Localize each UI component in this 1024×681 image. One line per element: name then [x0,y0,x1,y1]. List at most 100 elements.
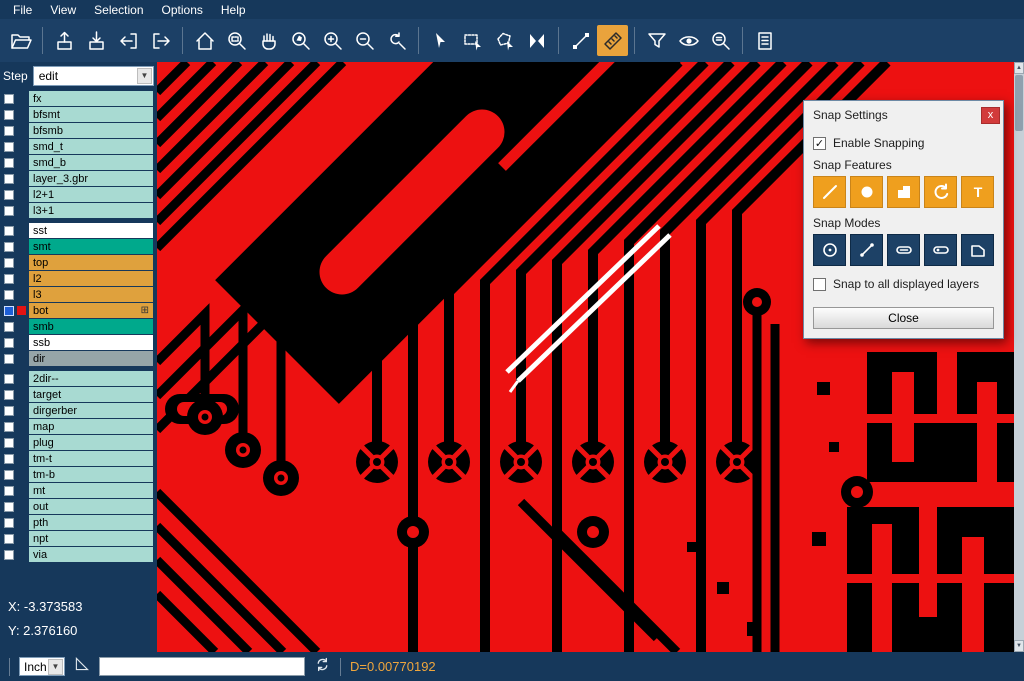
layer-visibility-checkbox[interactable] [4,550,14,560]
layer-visibility-checkbox[interactable] [4,438,14,448]
layer-row-npt[interactable]: npt [0,531,155,546]
layer-name-cell[interactable]: tm-b [29,467,153,482]
measure-ruler-button[interactable] [597,25,628,56]
layer-name-cell[interactable]: mt [29,483,153,498]
snap-corner-button[interactable] [887,176,920,208]
export-right-button[interactable] [145,25,176,56]
home-view-button[interactable] [189,25,220,56]
layer-visibility-checkbox[interactable] [4,338,14,348]
layer-name-cell[interactable]: l3+1 [29,203,153,218]
layer-name-cell[interactable]: l2+1 [29,187,153,202]
layer-name-cell[interactable]: layer_3.gbr [29,171,153,186]
layer-row-layer_3.gbr[interactable]: layer_3.gbr [0,171,155,186]
menu-file[interactable]: File [4,1,41,19]
layer-row-smd_t[interactable]: smd_t [0,139,155,154]
snap-line-button[interactable] [813,176,846,208]
layer-row-fx[interactable]: fx [0,91,155,106]
layer-name-cell[interactable]: l3 [29,287,153,302]
layer-row-bfsmb[interactable]: bfsmb [0,123,155,138]
layer-name-cell[interactable]: dirgerber [29,403,153,418]
snap-endpoints-button[interactable] [850,234,883,266]
layer-row-bfsmt[interactable]: bfsmt [0,107,155,122]
layer-name-cell[interactable]: tm-t [29,451,153,466]
layer-row-sst[interactable]: sst [0,223,155,238]
chevron-down-icon[interactable]: ▼ [137,68,152,84]
layer-row-smb[interactable]: smb [0,319,155,334]
highlight-button[interactable] [673,25,704,56]
layer-name-cell[interactable]: smd_t [29,139,153,154]
layer-visibility-checkbox[interactable] [4,322,14,332]
layer-name-cell[interactable]: plug [29,435,153,450]
layer-row-smt[interactable]: smt [0,239,155,254]
scroll-down-button[interactable]: ▼ [1014,640,1024,652]
scroll-up-button[interactable]: ▲ [1014,62,1024,74]
layer-row-out[interactable]: out [0,499,155,514]
layer-name-cell[interactable]: npt [29,531,153,546]
layer-visibility-checkbox[interactable] [4,534,14,544]
find-button[interactable] [705,25,736,56]
dialog-title-bar[interactable]: Snap Settings x [804,101,1003,126]
select-polygon-button[interactable] [489,25,520,56]
layer-name-cell[interactable]: smt [29,239,153,254]
unit-dropdown[interactable]: Inch ▼ [19,657,65,676]
layer-name-cell[interactable]: map [29,419,153,434]
layer-row-smd_b[interactable]: smd_b [0,155,155,170]
enable-snapping-checkbox[interactable]: ✓ [813,137,826,150]
snap-text-button[interactable]: T [961,176,994,208]
layer-row-l3+1[interactable]: l3+1 [0,203,155,218]
step-dropdown[interactable]: edit ▼ [33,66,154,86]
layer-visibility-checkbox[interactable] [4,486,14,496]
layer-name-cell[interactable]: via [29,547,153,562]
redraw-button[interactable] [381,25,412,56]
layer-row-ssb[interactable]: ssb [0,335,155,350]
layer-name-cell[interactable]: pth [29,515,153,530]
layer-row-dirgerber[interactable]: dirgerber [0,403,155,418]
layer-row-bot[interactable]: bot⊞ [0,303,155,318]
layer-visibility-checkbox[interactable] [4,390,14,400]
layer-visibility-checkbox[interactable] [4,226,14,236]
layer-visibility-checkbox[interactable] [4,242,14,252]
layer-name-cell[interactable]: bfsmb [29,123,153,138]
layer-visibility-checkbox[interactable] [4,94,14,104]
dialog-close-button[interactable]: Close [813,307,994,329]
menu-help[interactable]: Help [212,1,255,19]
layer-visibility-checkbox[interactable] [4,158,14,168]
report-button[interactable] [749,25,780,56]
layer-name-cell[interactable]: 2dir-- [29,371,153,386]
layer-visibility-checkbox[interactable] [4,174,14,184]
export-step-button[interactable] [49,25,80,56]
snap-arc-button[interactable] [924,176,957,208]
layer-row-map[interactable]: map [0,419,155,434]
zoom-out-button[interactable] [349,25,380,56]
layer-row-pth[interactable]: pth [0,515,155,530]
layer-row-tm-b[interactable]: tm-b [0,467,155,482]
scroll-thumb[interactable] [1015,75,1023,131]
layer-visibility-checkbox[interactable] [4,290,14,300]
layer-row-mt[interactable]: mt [0,483,155,498]
layer-row-plug[interactable]: plug [0,435,155,450]
snap-slot-end-button[interactable] [924,234,957,266]
layer-visibility-checkbox[interactable] [4,306,14,316]
layer-visibility-checkbox[interactable] [4,354,14,364]
layer-row-tm-t[interactable]: tm-t [0,451,155,466]
zoom-in-button[interactable] [317,25,348,56]
snap-outline-button[interactable] [961,234,994,266]
layer-visibility-checkbox[interactable] [4,422,14,432]
menu-options[interactable]: Options [153,1,212,19]
menu-view[interactable]: View [41,1,85,19]
layer-name-cell[interactable]: bfsmt [29,107,153,122]
layer-row-target[interactable]: target [0,387,155,402]
layer-row-via[interactable]: via [0,547,155,562]
layer-row-l3[interactable]: l3 [0,287,155,302]
layer-row-l2[interactable]: l2 [0,271,155,286]
layer-name-cell[interactable]: top [29,255,153,270]
snap-center-button[interactable] [813,234,846,266]
command-input[interactable] [99,657,305,676]
layer-name-cell[interactable]: sst [29,223,153,238]
pan-button[interactable] [253,25,284,56]
layer-visibility-checkbox[interactable] [4,274,14,284]
layer-row-dir[interactable]: dir [0,351,155,366]
layer-row-l2+1[interactable]: l2+1 [0,187,155,202]
layer-row-top[interactable]: top [0,255,155,270]
layer-visibility-checkbox[interactable] [4,374,14,384]
